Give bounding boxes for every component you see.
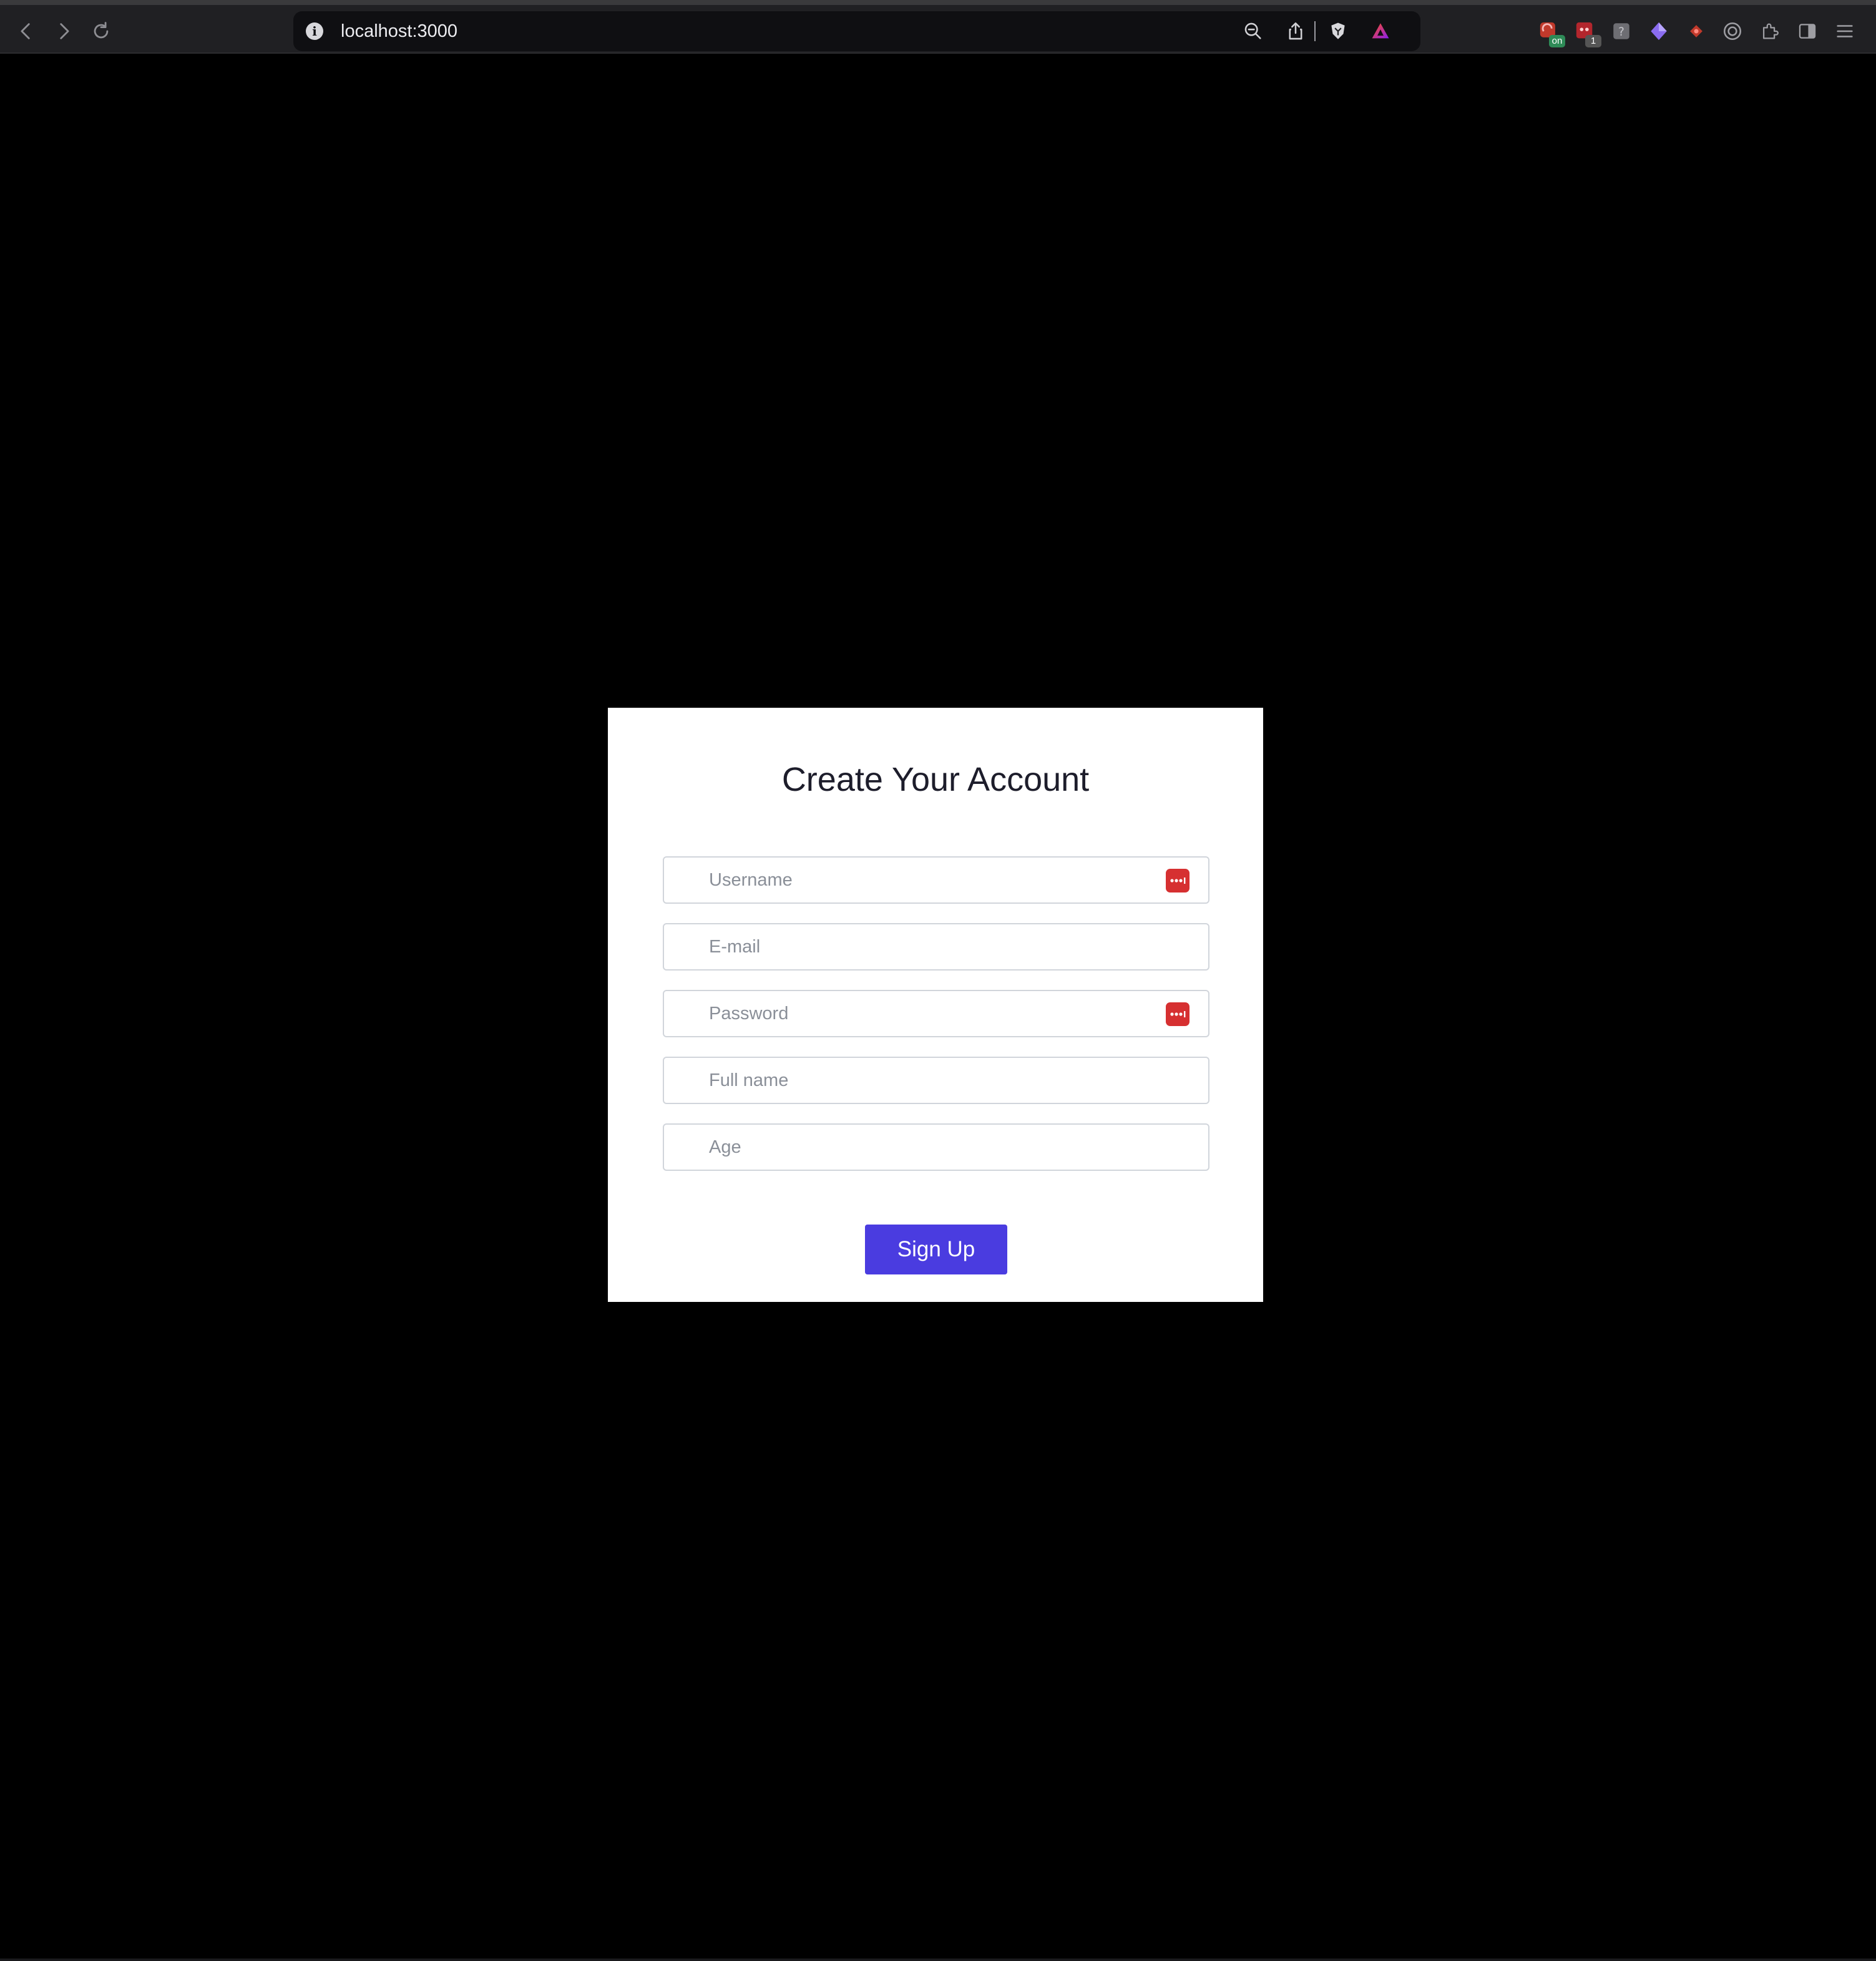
full-name-input[interactable] <box>709 1058 1146 1103</box>
window-top-edge <box>0 0 1876 5</box>
extensions-puzzle-icon[interactable] <box>1757 19 1782 44</box>
address-bar-divider <box>1314 21 1316 41</box>
red-extension-icon[interactable] <box>1684 19 1709 44</box>
back-icon[interactable] <box>12 17 40 45</box>
unknown-extension-icon[interactable]: ? <box>1609 19 1634 44</box>
sidebar-toggle-icon[interactable] <box>1795 19 1820 44</box>
reload-icon[interactable] <box>87 17 115 45</box>
email-input[interactable] <box>709 924 1146 969</box>
username-field[interactable] <box>663 856 1209 904</box>
password-manager-icon[interactable] <box>1166 1002 1190 1026</box>
address-bar[interactable]: i localhost:3000 <box>293 11 1420 51</box>
age-input[interactable] <box>709 1125 1146 1170</box>
svg-text:?: ? <box>1618 26 1624 39</box>
password-input[interactable] <box>709 991 1146 1036</box>
password-manager-icon[interactable] <box>1166 869 1190 892</box>
browser-window: i localhost:3000 on 1 ? Create Your Acco… <box>0 0 1876 1961</box>
username-input[interactable] <box>709 858 1146 902</box>
window-bottom-edge <box>0 1959 1876 1961</box>
url-text[interactable]: localhost:3000 <box>341 20 457 42</box>
extension-badge-on: on <box>1549 35 1565 47</box>
signup-card: Create Your Account Sign Up <box>608 708 1263 1302</box>
badge-extension-icon[interactable]: on <box>1536 19 1565 47</box>
extension-badge-count: 1 <box>1585 35 1601 47</box>
zoom-out-icon[interactable] <box>1239 17 1267 45</box>
site-info-icon[interactable]: i <box>306 22 323 40</box>
diamond-extension-icon[interactable] <box>1646 19 1671 44</box>
email-field[interactable] <box>663 923 1209 971</box>
forward-icon[interactable] <box>50 17 77 45</box>
page-title: Create Your Account <box>781 761 1090 798</box>
share-icon[interactable] <box>1282 17 1309 45</box>
age-field[interactable] <box>663 1123 1209 1171</box>
menu-icon[interactable] <box>1832 19 1857 44</box>
brave-shield-icon[interactable] <box>1324 17 1352 45</box>
password-field[interactable] <box>663 990 1209 1037</box>
counter-extension-icon[interactable]: 1 <box>1573 19 1601 47</box>
target-extension-icon[interactable] <box>1720 19 1745 44</box>
browser-toolbar: i localhost:3000 on 1 ? <box>0 5 1876 54</box>
full-name-field[interactable] <box>663 1057 1209 1104</box>
sign-up-button[interactable]: Sign Up <box>865 1225 1007 1274</box>
brave-rewards-icon[interactable] <box>1367 17 1394 45</box>
